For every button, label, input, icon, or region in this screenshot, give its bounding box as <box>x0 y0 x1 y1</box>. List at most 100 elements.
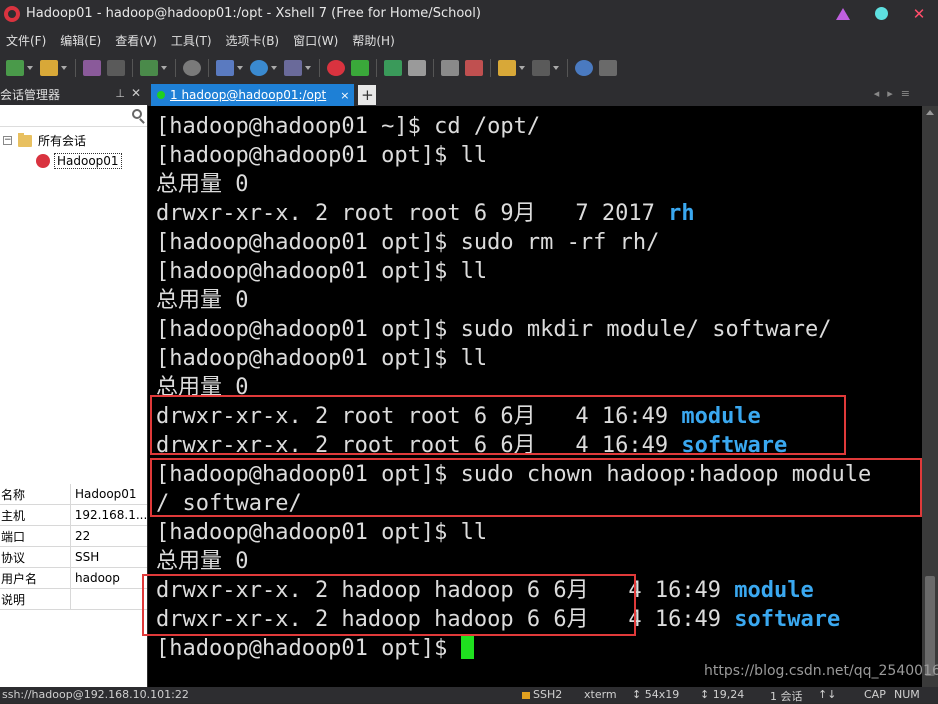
terminal-line: [hadoop@hadoop01 opt]$ sudo mkdir module… <box>156 315 832 344</box>
triangle-icon <box>836 7 850 20</box>
toolbar-separator <box>433 59 434 77</box>
compose-icon[interactable] <box>498 60 516 76</box>
toolbar-separator <box>175 59 176 77</box>
menu-tab[interactable]: 选项卡(B) <box>220 32 288 49</box>
lock-icon <box>522 692 530 699</box>
dropdown-arrow-icon[interactable] <box>237 66 243 70</box>
dropdown-arrow-icon[interactable] <box>553 66 559 70</box>
directory-name: module <box>734 578 814 603</box>
xftp-icon[interactable] <box>351 60 369 76</box>
highlight-box <box>142 574 636 636</box>
window-controls: ✕ <box>824 0 938 27</box>
menu-tools[interactable]: 工具(T) <box>165 32 220 49</box>
toolbar-separator <box>376 59 377 77</box>
menu-file[interactable]: 文件(F) <box>0 32 54 49</box>
menu-bar: 文件(F) 编辑(E) 查看(V) 工具(T) 选项卡(B) 窗口(W) 帮助(… <box>0 27 938 53</box>
menu-view[interactable]: 查看(V) <box>109 32 165 49</box>
search-icon[interactable] <box>132 109 142 119</box>
session-manager-title: 会话管理器 <box>0 87 61 102</box>
toolbar-separator <box>208 59 209 77</box>
tab-bar: 1 hadoop@hadoop01:/opt × + ◂▸≡ <box>147 83 938 106</box>
property-row: 端口 22 <box>0 526 147 547</box>
help-icon[interactable] <box>575 60 593 76</box>
dropdown-arrow-icon[interactable] <box>61 66 67 70</box>
terminal-line: 总用量 0 <box>156 170 249 199</box>
menu-help[interactable]: 帮助(H) <box>346 32 402 49</box>
terminal-line: [hadoop@hadoop01 opt]$ ll <box>156 257 487 286</box>
xshell-icon[interactable] <box>327 60 345 76</box>
property-row: 说明 <box>0 589 147 610</box>
new-session-icon[interactable] <box>6 60 24 76</box>
dropdown-arrow-icon[interactable] <box>161 66 167 70</box>
circle-icon <box>874 7 888 20</box>
terminal-line: [hadoop@hadoop01 opt]$ <box>156 634 474 663</box>
search-icon[interactable] <box>183 60 201 76</box>
tree-item-all-sessions[interactable]: − 所有会话 <box>3 132 86 149</box>
dropdown-arrow-icon[interactable] <box>271 66 277 70</box>
cursor-pos-icon: ↕ <box>700 688 713 701</box>
dropdown-arrow-icon[interactable] <box>305 66 311 70</box>
close-icon[interactable]: ✕ <box>131 86 141 100</box>
property-key: 说明 <box>0 589 71 609</box>
dropdown-arrow-icon[interactable] <box>519 66 525 70</box>
property-key: 协议 <box>0 547 71 567</box>
font-icon[interactable] <box>284 60 302 76</box>
maximize-button[interactable] <box>862 0 900 27</box>
property-value: 22 <box>75 529 91 543</box>
session-search[interactable] <box>0 105 147 127</box>
property-key: 端口 <box>0 526 71 546</box>
tab-scroll-arrows-icon[interactable]: ◂▸≡ <box>874 87 918 100</box>
tab-close-button[interactable]: × <box>340 89 349 102</box>
tab-hadoop01[interactable]: 1 hadoop@hadoop01:/opt × <box>151 84 355 106</box>
pin-icon[interactable]: ⊥ <box>115 87 125 100</box>
close-window-button[interactable]: ✕ <box>900 0 938 27</box>
terminal-text: 总用量 0 <box>156 172 249 197</box>
property-value: hadoop <box>75 571 120 585</box>
title-bar: Hadoop01 - hadoop@hadoop01:/opt - Xshell… <box>0 0 938 27</box>
fullscreen-icon[interactable] <box>384 60 402 76</box>
collapse-icon[interactable]: − <box>3 136 12 145</box>
status-protocol: SSH2 <box>522 688 562 701</box>
terminal-output[interactable]: [hadoop@hadoop01 ~]$ cd /opt/ [hadoop@had… <box>142 106 922 687</box>
globe-icon[interactable] <box>250 60 268 76</box>
terminal-text: 总用量 0 <box>156 549 249 574</box>
highlight-icon[interactable] <box>465 60 483 76</box>
transfer-icon[interactable] <box>216 60 234 76</box>
terminal-cursor <box>460 635 474 659</box>
properties-icon[interactable] <box>140 60 158 76</box>
toolbar-separator <box>490 59 491 77</box>
minimize-button[interactable] <box>824 0 862 27</box>
status-bar: ssh://hadoop@192.168.10.101:22 SSH2 xter… <box>0 687 938 703</box>
menu-window[interactable]: 窗口(W) <box>287 32 346 49</box>
scroll-up-icon[interactable] <box>926 110 934 115</box>
session-tree: − 所有会话 Hadoop01 <box>0 127 147 492</box>
tree-item-hadoop01[interactable]: Hadoop01 <box>36 153 122 169</box>
open-folder-icon[interactable] <box>40 60 58 76</box>
terminal-line: 总用量 0 <box>156 286 249 315</box>
scroll-thumb[interactable] <box>925 576 935 676</box>
scroll-arrows-icon[interactable]: ↑↓ <box>818 688 836 701</box>
session-manager-header: 会话管理器 ⊥ ✕ <box>0 83 147 105</box>
property-value: 192.168.1... <box>74 508 147 522</box>
keyboard-icon[interactable] <box>441 60 459 76</box>
status-caps: CAP <box>864 688 886 701</box>
menu-edit[interactable]: 编辑(E) <box>54 32 109 49</box>
layout-icon[interactable] <box>532 60 550 76</box>
highlight-box <box>150 395 846 455</box>
disconnect-icon[interactable] <box>107 60 125 76</box>
status-connection: ssh://hadoop@192.168.10.101:22 <box>2 688 189 701</box>
dropdown-arrow-icon[interactable] <box>27 66 33 70</box>
property-row: 名称 Hadoop01 <box>0 484 147 505</box>
new-tab-button[interactable]: + <box>358 85 377 105</box>
chat-icon[interactable] <box>599 60 617 76</box>
connect-icon[interactable] <box>83 60 101 76</box>
xshell-logo-icon <box>4 5 20 22</box>
property-row: 协议 SSH <box>0 547 147 568</box>
folder-icon <box>18 132 32 147</box>
connected-status-icon <box>157 91 165 99</box>
lock-icon[interactable] <box>408 60 426 76</box>
tree-item-label: Hadoop01 <box>54 153 122 169</box>
terminal-text: [hadoop@hadoop01 opt]$ ll <box>156 259 488 284</box>
terminal-scrollbar[interactable] <box>922 106 938 687</box>
highlight-box <box>150 458 922 517</box>
